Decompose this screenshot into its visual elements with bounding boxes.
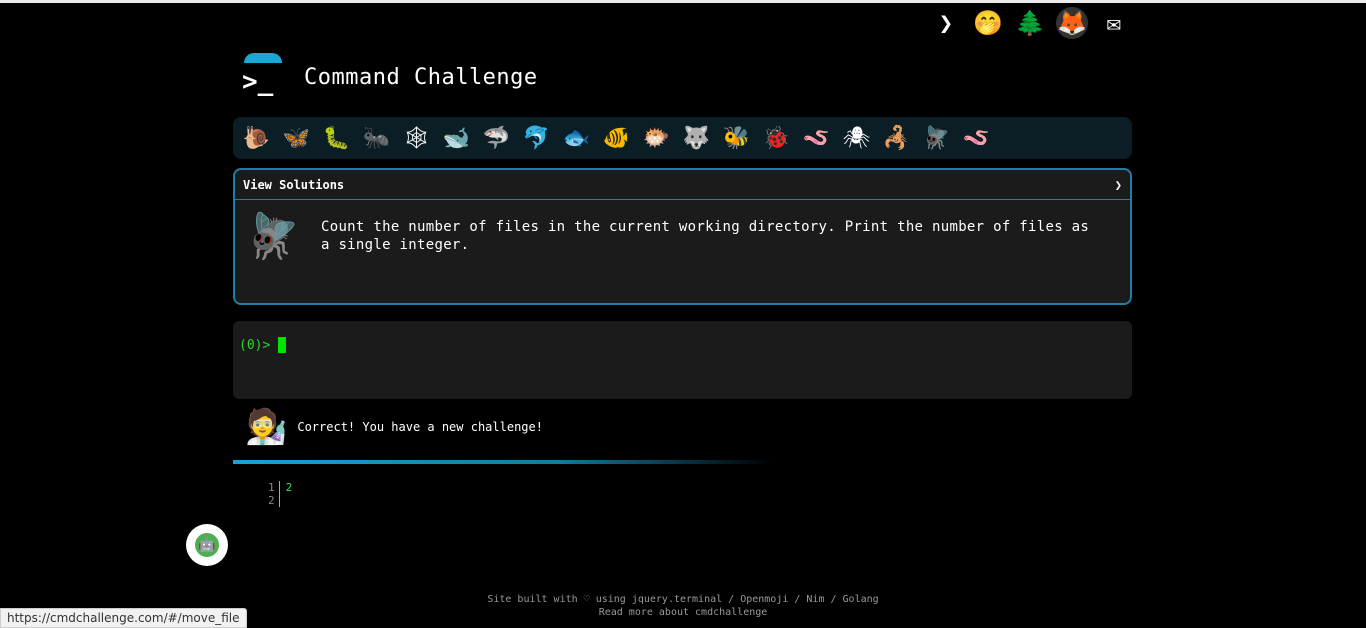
challenge-description: Count the number of files in the current… <box>321 219 1090 253</box>
output-panel: 1 2 2 <box>268 481 292 507</box>
worm-pink-icon[interactable]: 🪱 <box>959 126 994 151</box>
wolf-icon[interactable]: 🐺 <box>679 126 714 151</box>
fish-icon[interactable]: 🐟 <box>559 126 594 151</box>
blowfish-icon[interactable]: 🐡 <box>639 126 674 151</box>
chat-button[interactable]: 🤖 <box>186 524 228 566</box>
caterpillar-icon[interactable]: 🐛 <box>319 126 354 151</box>
scientist-icon: 🧑‍🔬 <box>245 407 288 447</box>
status-message: 🧑‍🔬 Correct! You have a new challenge! <box>245 407 543 447</box>
footer-credits: Site built with ♡ using jquery.terminal … <box>487 594 879 605</box>
fly-icon[interactable]: 🪰 <box>919 126 954 151</box>
spider-icon[interactable]: 🕷 <box>839 126 874 151</box>
bee-icon[interactable]: 🐝 <box>719 126 754 151</box>
scorpion-icon[interactable]: 🦂 <box>879 126 914 151</box>
view-solutions-label: View Solutions <box>243 177 345 192</box>
fly-icon: 🪰 <box>245 211 300 262</box>
web-icon[interactable]: 🕸 <box>399 126 434 151</box>
gitlab-icon[interactable]: 🦊 <box>1056 7 1088 39</box>
status-text: Correct! You have a new challenge! <box>297 420 543 434</box>
terminal-cursor <box>278 337 287 353</box>
challenge-body: 🪰 Count the number of files in the curre… <box>235 200 1130 272</box>
ladybug-icon[interactable]: 🐞 <box>759 126 794 151</box>
tropical-fish-icon[interactable]: 🐠 <box>599 126 634 151</box>
logo-prompt: >_ <box>242 67 274 97</box>
top-nav: ❯ 🤭 🌲 🦊 ✉ <box>930 7 1130 39</box>
terminal-icon[interactable]: ❯ <box>930 7 962 39</box>
terminal[interactable]: (0)> <box>233 321 1132 399</box>
worm-icon[interactable]: 🪱 <box>799 126 834 151</box>
line-number: 1 <box>268 481 275 494</box>
page-title: Command Challenge <box>304 64 538 90</box>
dolphin-icon[interactable]: 🐬 <box>519 126 554 151</box>
terminal-prompt-line[interactable]: (0)> <box>239 337 1126 353</box>
ant-icon[interactable]: 🐜 <box>359 126 394 151</box>
view-solutions-toggle[interactable]: View Solutions ❯ <box>235 170 1130 200</box>
line-number: 2 <box>268 494 275 507</box>
butterfly-icon[interactable]: 🦋 <box>279 126 314 151</box>
challenge-panel: View Solutions ❯ 🪰 Count the number of f… <box>233 168 1132 305</box>
output-lines: 2 <box>280 481 293 507</box>
logo-cap <box>244 53 282 63</box>
tree-icon[interactable]: 🌲 <box>1014 7 1046 39</box>
mail-icon[interactable]: ✉ <box>1098 7 1130 39</box>
chevron-right-icon[interactable]: ❯ <box>1115 178 1122 192</box>
page-header: >_ Command Challenge <box>238 53 538 101</box>
terminal-prompt: (0)> <box>239 337 271 353</box>
face-icon[interactable]: 🤭 <box>972 7 1004 39</box>
shark-icon[interactable]: 🦈 <box>479 126 514 151</box>
snail-icon[interactable]: 🐌 <box>239 126 274 151</box>
robot-icon: 🤖 <box>195 533 219 557</box>
browser-status-url: https://cmdchallenge.com/#/move_file <box>0 608 247 628</box>
challenge-animal-bar: 🐌 🦋 🐛 🐜 🕸 🐋 🦈 🐬 🐟 🐠 🐡 🐺 🐝 🐞 🪱 🕷 🦂 🪰 🪱 <box>233 117 1132 159</box>
whale-icon[interactable]: 🐋 <box>439 126 474 151</box>
logo[interactable]: >_ <box>238 53 286 101</box>
progress-bar <box>233 460 773 464</box>
line-numbers: 1 2 <box>268 481 280 507</box>
output-line: 2 <box>285 481 293 494</box>
